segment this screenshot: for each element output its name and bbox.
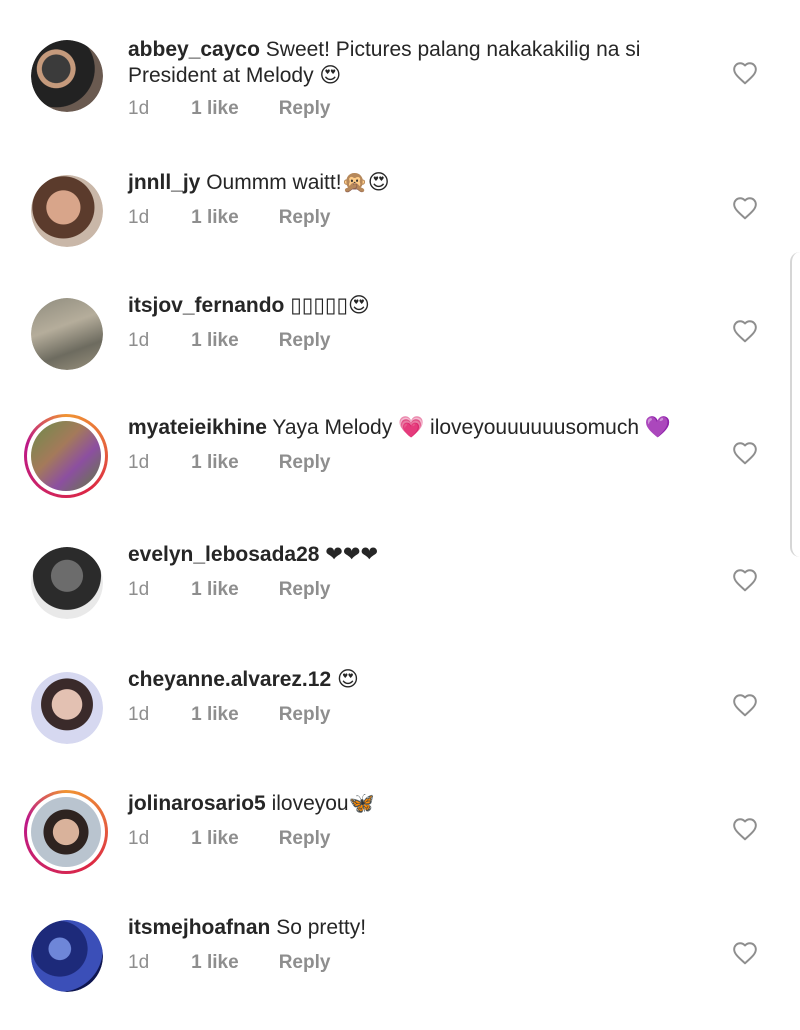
comment-item: abbey_cayco Sweet! Pictures palang nakak… [0,37,800,150]
like-count-link[interactable]: 1 like [191,579,239,601]
comment-body: Yaya Melody 💗 iloveyouuuuuusomuch 💜 [272,416,671,439]
avatar-image [31,40,103,112]
comment-body: Oummm waitt!🙊😍 [206,171,390,194]
photo-blue-flowers-avatar[interactable] [31,920,103,992]
comment-text: abbey_cayco Sweet! Pictures palang nakak… [128,37,708,89]
heart-outline-icon[interactable] [732,568,758,592]
scroll-indicator[interactable] [790,252,800,557]
photo-bw-portrait-avatar[interactable] [31,547,103,619]
photo-garden-avatar[interactable] [24,414,108,498]
heart-outline-icon[interactable] [732,196,758,220]
comment-meta: 1d 1 like Reply [128,579,330,601]
comment-text: itsjov_fernando ▯▯▯▯▯😍 [128,293,708,319]
avatar-image [31,175,103,247]
photo-couple-avatar[interactable] [31,40,103,112]
comment-timestamp: 1d [128,330,150,351]
reply-button[interactable]: Reply [279,207,331,229]
reply-button[interactable]: Reply [279,579,331,601]
avatar-image [31,421,101,491]
comment-timestamp: 1d [128,952,150,973]
comment-text: itsmejhoafnan So pretty! [128,915,708,941]
comment-username[interactable]: jolinarosario5 [128,792,266,815]
comment-text: cheyanne.alvarez.12 😍 [128,667,708,693]
comment-item: myateieikhine Yaya Melody 💗 iloveyouuuuu… [0,416,800,530]
like-count-link[interactable]: 1 like [191,828,239,850]
photo-outdoor-avatar[interactable] [31,298,103,370]
photo-filter-portrait-avatar[interactable] [31,672,103,744]
comment-body: iloveyou🦋 [271,792,375,815]
comment-username[interactable]: cheyanne.alvarez.12 [128,668,331,691]
comment-meta: 1d 1 like Reply [128,704,330,726]
like-count-link[interactable]: 1 like [191,207,239,229]
comment-username[interactable]: itsjov_fernando [128,294,284,317]
comment-item: evelyn_lebosada28 ❤❤❤ 1d 1 like Reply [0,543,800,657]
comment-username[interactable]: itsmejhoafnan [128,916,270,939]
comment-item: jnnll_jy Oummm waitt!🙊😍 1d 1 like Reply [0,171,800,285]
comment-timestamp: 1d [128,704,150,725]
like-count-link[interactable]: 1 like [191,452,239,474]
comment-text: evelyn_lebosada28 ❤❤❤ [128,542,708,568]
reply-button[interactable]: Reply [279,828,331,850]
heart-outline-icon[interactable] [732,319,758,343]
comment-timestamp: 1d [128,98,150,119]
reply-button[interactable]: Reply [279,952,331,974]
avatar-image [31,797,101,867]
comment-meta: 1d 1 like Reply [128,98,330,120]
comment-item: cheyanne.alvarez.12 😍 1d 1 like Reply [0,668,800,782]
comment-username[interactable]: jnnll_jy [128,171,200,194]
like-count-link[interactable]: 1 like [191,704,239,726]
heart-outline-icon[interactable] [732,941,758,965]
reply-button[interactable]: Reply [279,452,331,474]
comment-body: ▯▯▯▯▯😍 [290,294,370,317]
comment-username[interactable]: abbey_cayco [128,38,260,61]
like-count-link[interactable]: 1 like [191,98,239,120]
comment-item: itsmejhoafnan So pretty! 1d 1 like Reply [0,916,800,1030]
avatar-image [31,920,103,992]
comment-meta: 1d 1 like Reply [128,952,330,974]
reply-button[interactable]: Reply [279,330,331,352]
comment-text: jnnll_jy Oummm waitt!🙊😍 [128,170,708,196]
comment-username[interactable]: evelyn_lebosada28 [128,543,319,566]
reply-button[interactable]: Reply [279,98,331,120]
comment-body: 😍 [336,668,359,691]
heart-outline-icon[interactable] [732,693,758,717]
heart-outline-icon[interactable] [732,61,758,85]
heart-outline-icon[interactable] [732,441,758,465]
comment-username[interactable]: myateieikhine [128,416,267,439]
avatar-image [31,672,103,744]
comment-text: myateieikhine Yaya Melody 💗 iloveyouuuuu… [128,415,708,441]
comments-list: abbey_cayco Sweet! Pictures palang nakak… [0,0,800,1012]
like-count-link[interactable]: 1 like [191,330,239,352]
photo-selfie-avatar[interactable] [31,175,103,247]
avatar-image [31,298,103,370]
comment-timestamp: 1d [128,579,150,600]
avatar-image [31,547,103,619]
photo-portrait-avatar[interactable] [24,790,108,874]
comment-timestamp: 1d [128,207,150,228]
comment-meta: 1d 1 like Reply [128,207,330,229]
comment-item: itsjov_fernando ▯▯▯▯▯😍 1d 1 like Reply [0,294,800,408]
comment-timestamp: 1d [128,452,150,473]
comment-text: jolinarosario5 iloveyou🦋 [128,791,708,817]
like-count-link[interactable]: 1 like [191,952,239,974]
reply-button[interactable]: Reply [279,704,331,726]
comment-meta: 1d 1 like Reply [128,452,330,474]
heart-outline-icon[interactable] [732,817,758,841]
comment-timestamp: 1d [128,828,150,849]
comment-item: jolinarosario5 iloveyou🦋 1d 1 like Reply [0,792,800,906]
comment-body: So pretty! [276,916,367,939]
comment-body: ❤❤❤ [325,543,379,566]
comment-meta: 1d 1 like Reply [128,330,330,352]
comment-meta: 1d 1 like Reply [128,828,330,850]
